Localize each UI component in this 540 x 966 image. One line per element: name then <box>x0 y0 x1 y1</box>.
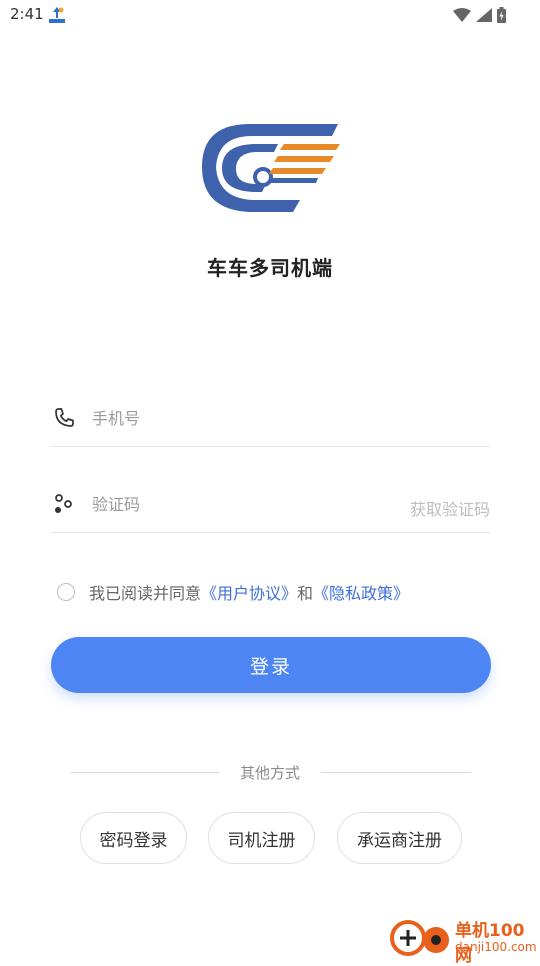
phone-icon <box>55 408 74 427</box>
watermark-logo <box>390 920 449 956</box>
watermark-url: danji100.com <box>455 940 537 954</box>
code-input[interactable] <box>90 484 394 524</box>
user-agreement-link[interactable]: 《用户协议》 <box>201 580 297 604</box>
verification-code-icon <box>55 494 72 513</box>
wifi-icon <box>453 8 471 22</box>
status-time: 2:41 <box>10 5 44 23</box>
phone-row <box>50 386 490 447</box>
agreement-and: 和 <box>297 584 314 603</box>
app-title: 车车多司机端 <box>207 256 333 280</box>
agreement: 我已阅读并同意 《用户协议》 和 《隐私政策》 <box>57 580 409 604</box>
carrier-register-button[interactable]: 承运商注册 <box>337 812 462 864</box>
other-methods-label: 其他方式 <box>239 764 300 782</box>
app-logo <box>202 124 340 212</box>
battery-icon <box>497 7 506 23</box>
notification-app-icon <box>49 7 65 23</box>
signal-icon <box>476 8 492 22</box>
phone-input[interactable] <box>90 398 394 438</box>
code-row: 获取验证码 <box>50 472 490 533</box>
password-login-button[interactable]: 密码登录 <box>80 812 187 864</box>
status-icons <box>453 5 506 25</box>
agreement-checkbox[interactable] <box>57 583 75 601</box>
driver-register-button[interactable]: 司机注册 <box>208 812 315 864</box>
get-code-button[interactable]: 获取验证码 <box>410 496 490 520</box>
agreement-prefix: 我已阅读并同意 <box>89 584 202 603</box>
login-button[interactable]: 登录 <box>51 637 491 693</box>
privacy-policy-link[interactable]: 《隐私政策》 <box>313 580 409 604</box>
